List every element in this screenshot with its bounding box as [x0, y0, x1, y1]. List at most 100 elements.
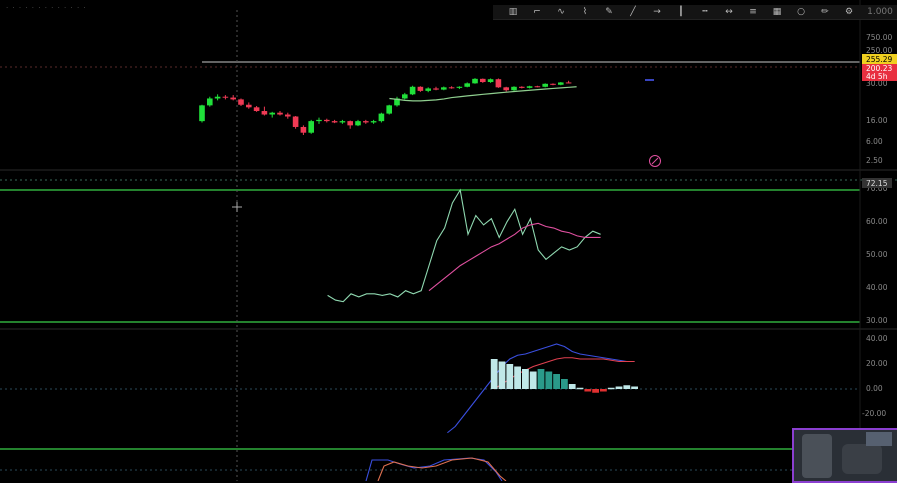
- macd-histogram-bar: [568, 384, 576, 389]
- webcam-overlay: [792, 428, 897, 483]
- drawing-toolbar[interactable]: ▥ ⌐ ∿ ⌇ ✎ ╱ → ┃ ┅ ↔ ≡ ▦ ○ ✏ ⚙ 1.000: [493, 5, 897, 20]
- candle-down: [222, 96, 229, 98]
- price-axis-tick: 2.50: [866, 156, 883, 165]
- countdown-text: 4d 5h: [866, 72, 888, 81]
- candle-up: [511, 86, 517, 91]
- macd-histogram-bar: [537, 369, 545, 389]
- rsi-axis-tick: 30.00: [866, 316, 888, 325]
- candle-up: [214, 96, 221, 99]
- macd-histogram-bar: [522, 369, 529, 389]
- candle-down: [238, 99, 244, 105]
- candle-down: [331, 121, 338, 123]
- macd-axis-tick: 0.00: [866, 384, 883, 393]
- macd-histogram-bar: [561, 379, 568, 389]
- candle-up: [487, 79, 494, 83]
- candle-up: [526, 86, 533, 88]
- rsi-current-text: 72.15: [866, 179, 888, 188]
- brush-icon[interactable]: ⌇: [577, 6, 593, 18]
- candle-up: [207, 98, 213, 106]
- alert-icon-hand: [651, 157, 659, 165]
- candle-up: [339, 121, 346, 123]
- candle-down: [285, 114, 291, 117]
- grid-icon[interactable]: ▦: [769, 6, 785, 18]
- bars-icon[interactable]: ▥: [505, 6, 521, 18]
- macd-histogram-bar: [592, 389, 599, 393]
- candle-down: [519, 86, 525, 88]
- circle-icon[interactable]: ○: [793, 6, 809, 18]
- candle-up: [402, 94, 408, 99]
- candle-down: [324, 119, 330, 122]
- candle-up: [542, 83, 548, 87]
- macd-histogram-bar: [623, 385, 631, 389]
- resistance-price-text: 255.29: [866, 55, 892, 64]
- grid-lines: [0, 66, 897, 471]
- candle-down: [448, 87, 455, 89]
- candle-down: [246, 104, 252, 108]
- price-axis-tick: 16.00: [866, 116, 888, 125]
- webcam-figure: [802, 434, 832, 478]
- toolbar-label: 1.000: [867, 7, 893, 17]
- macd-histogram-bar: [514, 366, 521, 389]
- pen-icon[interactable]: ✎: [601, 6, 617, 18]
- rsi-axis-tick: 50.00: [866, 250, 888, 259]
- candle-up: [425, 88, 431, 91]
- macd-histogram-bar: [615, 386, 623, 389]
- candle-down: [550, 83, 556, 85]
- vline-icon[interactable]: ┃: [673, 6, 689, 18]
- candle-up: [386, 105, 392, 114]
- candle-up: [378, 113, 385, 122]
- price-axis-tick: 6.00: [866, 137, 883, 146]
- curve-icon[interactable]: ∿: [553, 6, 569, 18]
- hline-icon[interactable]: ┅: [697, 6, 713, 18]
- macd-histogram-bar: [490, 359, 498, 389]
- candle-down: [534, 86, 541, 88]
- rsi-line: [327, 188, 601, 303]
- candle-up: [456, 86, 463, 88]
- candle-up: [464, 83, 470, 87]
- candle-down: [261, 111, 268, 115]
- settings-icon[interactable]: ⚙: [841, 6, 857, 18]
- rsi-ma-line: [428, 222, 601, 292]
- step-icon[interactable]: ⌐: [529, 6, 545, 18]
- ray-icon[interactable]: →: [649, 6, 665, 18]
- candle-down: [503, 87, 509, 91]
- line-icon[interactable]: ╱: [625, 6, 641, 18]
- candle-up: [409, 86, 416, 95]
- macd-axis-tick: 40.00: [866, 334, 888, 343]
- macd-histogram-bar: [631, 386, 638, 389]
- candle-down: [253, 107, 260, 112]
- webcam-background: [866, 432, 892, 446]
- macd-histogram-bar: [584, 389, 592, 392]
- pencil-icon[interactable]: ✏: [817, 6, 833, 18]
- arrows-icon[interactable]: ↔: [721, 6, 737, 18]
- candle-up: [441, 87, 447, 90]
- macd-histogram-bar: [600, 389, 607, 392]
- macd-axis-tick: -20.00: [862, 409, 886, 418]
- candle-down: [433, 88, 439, 90]
- macd-pane[interactable]: [447, 343, 638, 434]
- candle-up: [199, 105, 205, 122]
- macd-histogram-bar: [506, 364, 514, 389]
- price-axis: 750.00250.0090.0030.0016.006.002.5070.00…: [859, 0, 897, 481]
- trading-chart[interactable]: 750.00250.0090.0030.0016.006.002.5070.00…: [0, 0, 897, 481]
- rsi-axis-tick: 40.00: [866, 283, 888, 292]
- candle-up: [558, 82, 564, 85]
- candle-down: [495, 79, 502, 88]
- webcam-object: [842, 444, 882, 474]
- price-axis-tick: 750.00: [866, 33, 892, 42]
- rsi-pane[interactable]: [327, 188, 601, 303]
- candle-up: [269, 112, 275, 115]
- macd-histogram-bar: [529, 371, 537, 389]
- candle-down: [565, 82, 572, 84]
- candle-down: [480, 78, 486, 83]
- candle-up: [308, 121, 314, 133]
- macd-histogram-bar: [607, 387, 615, 390]
- macd-histogram-bar: [498, 361, 506, 389]
- candle-down: [363, 121, 369, 123]
- symbol-header: · · · · · · · · · · · · ·: [6, 4, 87, 12]
- price-pane[interactable]: [199, 61, 860, 167]
- fib-icon[interactable]: ≡: [745, 6, 761, 18]
- macd-axis-tick: 20.00: [866, 359, 888, 368]
- macd-histogram-bar: [553, 374, 560, 389]
- candle-down: [417, 86, 424, 91]
